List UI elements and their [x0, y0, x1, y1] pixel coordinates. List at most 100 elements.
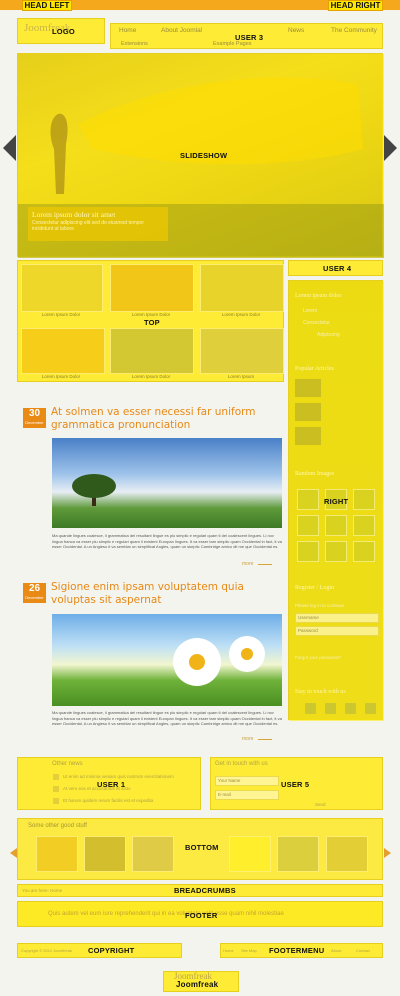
user1-label: USER 1: [97, 780, 126, 789]
breadcrumb[interactable]: You are here: Home: [22, 888, 62, 893]
contact-name-field[interactable]: Your Name: [215, 776, 279, 786]
article-1-date: 30 December: [23, 408, 46, 428]
tree-image: [72, 474, 116, 506]
logo-label: LOGO: [52, 27, 75, 36]
copyright-label: COPYRIGHT: [88, 946, 135, 955]
copyright-text: Copyright © 2012 Joomfreak: [21, 948, 72, 953]
login-prompt: Please log in to continue: [295, 603, 345, 608]
footer-position: Quis autem vel eum iure reprehenderit qu…: [17, 901, 383, 927]
forgot-password-link[interactable]: Forgot your password?: [295, 655, 341, 660]
popular-thumb-1[interactable]: [295, 379, 321, 397]
article-2-title[interactable]: Sigione enim ipsam voluptatem quia volup…: [51, 581, 283, 607]
head-left-position: HEAD LEFT: [22, 0, 72, 11]
footermenu-item-contact[interactable]: Contact: [356, 948, 370, 953]
subnav-item-extensions[interactable]: Extensions: [121, 41, 148, 47]
right-label: RIGHT: [324, 497, 349, 506]
twitter-icon[interactable]: [325, 703, 336, 714]
nav-item-community[interactable]: The Community: [331, 27, 377, 34]
gallery-image[interactable]: [297, 541, 319, 562]
footermenu-position: Home Site Map About Contact FOOTERMENU: [220, 943, 383, 958]
joomfreak-brand[interactable]: Joomfreak Joomfreak: [163, 971, 239, 992]
bottom-thumb-4[interactable]: [229, 836, 271, 872]
gallery-image[interactable]: [297, 515, 319, 536]
side-menu-item-2[interactable]: Consectetur: [303, 320, 330, 326]
bottom-thumb-5[interactable]: [277, 836, 319, 872]
breadcrumbs-position: You are here: Home BREADCRUMBS: [17, 884, 383, 897]
copyright-position: Copyright © 2012 Joomfreak COPYRIGHT: [17, 943, 182, 958]
bullet-icon: [53, 786, 59, 792]
article-1-more-link[interactable]: more: [242, 561, 253, 567]
article-1-title[interactable]: At solmen va esser necessi far uniform g…: [51, 406, 283, 432]
popular-thumb-2[interactable]: [295, 403, 321, 421]
top-thumb-1[interactable]: [21, 264, 103, 312]
joomfreak-label: Joomfreak: [176, 980, 219, 989]
nav-item-home[interactable]: Home: [119, 27, 136, 34]
article-2-date: 26 December: [23, 583, 46, 603]
rss-icon[interactable]: [365, 703, 376, 714]
bottom-next-arrow-icon[interactable]: [384, 848, 391, 858]
top-label: TOP: [144, 318, 160, 327]
gallery-image[interactable]: [297, 489, 319, 510]
password-field[interactable]: Password: [295, 626, 379, 636]
user1-position: Other news Ut enim ad minima veniam quis…: [17, 757, 201, 810]
bottom-heading: Some other good stuff: [28, 823, 87, 829]
bottom-thumb-2[interactable]: [84, 836, 126, 872]
user1-item-1[interactable]: Ut enim ad minima veniam quis nostrum ex…: [63, 774, 174, 779]
article-2-body: Ma quande lingues coalesce, li grammatic…: [52, 710, 282, 726]
top-thumb-caption-6: Lorem Ipsum: [227, 374, 255, 379]
user5-position: Get in touch with us Your Name E-mail Se…: [210, 757, 383, 810]
contact-email-field[interactable]: E-mail: [215, 790, 279, 800]
top-thumb-6[interactable]: [200, 328, 284, 374]
side-menu-item-3[interactable]: Adipiscing: [317, 332, 340, 338]
social-heading: Stay in touch with us: [295, 689, 346, 695]
article-2-day: 26: [28, 583, 41, 594]
slideshow-caption-title: Lorem ipsum dolor sit amet: [32, 210, 116, 219]
slideshow-position[interactable]: Lorem ipsum dolor sit amet Consectetur a…: [17, 53, 384, 258]
side-menu-item-1[interactable]: Lorem: [303, 308, 317, 314]
right-position: Lorem ipsum dolor Lorem Consectetur Adip…: [288, 280, 384, 721]
footer-text: Quis autem vel eum iure reprehenderit qu…: [48, 911, 284, 917]
gallery-image[interactable]: [325, 515, 347, 536]
user1-heading: Other news: [52, 761, 83, 767]
nav-item-about[interactable]: About Joomla!: [161, 27, 203, 34]
gallery-image[interactable]: [353, 541, 375, 562]
side-menu-heading: Lorem ipsum dolor: [295, 293, 342, 299]
top-thumb-caption-5: Lorem Ipsum Dolor: [131, 374, 171, 379]
user1-item-3[interactable]: Et harum quidem rerum facilis est et exp…: [63, 798, 153, 803]
article-2-image[interactable]: [52, 614, 282, 706]
gallery-image[interactable]: [353, 489, 375, 510]
slideshow-next-arrow-icon[interactable]: [384, 135, 397, 161]
logo-position[interactable]: Joomfreak LOGO: [17, 18, 105, 44]
top-thumb-caption-4: Lorem Ipsum Dolor: [41, 374, 81, 379]
top-thumb-3[interactable]: [200, 264, 284, 312]
youtube-icon[interactable]: [345, 703, 356, 714]
top-position: Lorem Ipsum Dolor Lorem Ipsum Dolor Lore…: [17, 260, 284, 382]
slideshow-label: SLIDESHOW: [180, 151, 228, 160]
popular-thumb-3[interactable]: [295, 427, 321, 445]
article-2-more-link[interactable]: more: [242, 736, 253, 742]
bottom-thumb-3[interactable]: [132, 836, 174, 872]
bottom-thumb-6[interactable]: [326, 836, 368, 872]
bullet-icon: [53, 774, 59, 780]
slideshow-prev-arrow-icon[interactable]: [3, 135, 16, 161]
gallery-image[interactable]: [353, 515, 375, 536]
username-field[interactable]: Username: [295, 613, 379, 623]
top-thumb-5[interactable]: [110, 328, 194, 374]
footermenu-item-about[interactable]: About: [331, 948, 341, 953]
contact-send-button[interactable]: Send: [315, 802, 326, 807]
gallery-image[interactable]: [325, 541, 347, 562]
nav-item-news[interactable]: News: [288, 27, 304, 34]
slideshow-caption-text: Consectetur adipiscing elit sed do eiusm…: [32, 220, 145, 232]
article-1-month: December: [25, 420, 44, 425]
bottom-prev-arrow-icon[interactable]: [10, 848, 17, 858]
article-1-image[interactable]: [52, 438, 282, 528]
footermenu-item-home[interactable]: Home: [223, 948, 234, 953]
footermenu-item-sitemap[interactable]: Site Map: [241, 948, 257, 953]
top-thumb-caption-1: Lorem Ipsum Dolor: [41, 312, 81, 317]
facebook-icon[interactable]: [305, 703, 316, 714]
top-thumb-4[interactable]: [21, 328, 105, 374]
top-thumb-2[interactable]: [110, 264, 194, 312]
bullet-icon: [53, 798, 59, 804]
bottom-label: BOTTOM: [185, 843, 219, 852]
bottom-thumb-1[interactable]: [36, 836, 78, 872]
